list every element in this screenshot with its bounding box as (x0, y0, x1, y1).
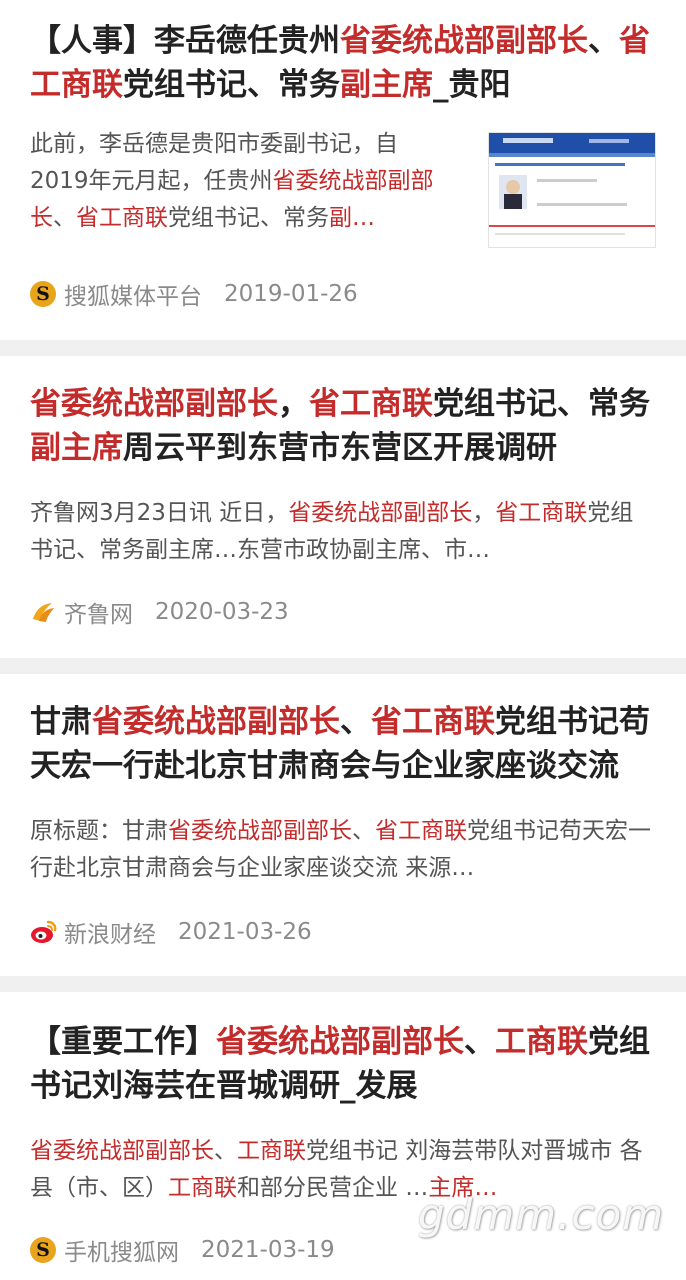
news-meta: 新浪财经 2021-03-26 (30, 916, 312, 948)
news-summary: 此前，李岳德是贵阳市委副书记，自2019年元月起，任贵州省委统战部副部长、省工商… (30, 126, 450, 237)
text-segment: 、 (588, 23, 619, 59)
highlight-keyword: 省工商联 (495, 500, 588, 526)
highlight-keyword: 副主席 (30, 430, 123, 466)
sina-icon (30, 919, 57, 945)
news-date: 2021-03-19 (201, 1237, 335, 1263)
news-date: 2020-03-23 (155, 599, 289, 625)
text-segment: 周云平到东营市东营区开展调研 (123, 430, 557, 466)
qilu-icon (30, 599, 56, 625)
highlight-keyword: 副主席 (340, 67, 433, 103)
highlight-keyword: 工商联 (495, 1024, 588, 1060)
text-segment: 【人事】李岳德任贵州 (30, 23, 340, 59)
news-item[interactable]: 甘肃省委统战部副部长、省工商联党组书记苟天宏一行赴北京甘肃商会与企业家座谈交流 … (0, 674, 686, 976)
text-segment: 甘肃 (30, 704, 92, 740)
news-item[interactable]: 省委统战部副部长，省工商联党组书记、常务副主席周云平到东营市东营区开展调研 齐鲁… (0, 356, 686, 658)
sohu-icon (30, 1237, 56, 1263)
news-thumbnail[interactable] (488, 132, 656, 248)
highlight-keyword: 省委统战部副部长 (92, 704, 340, 740)
news-summary: 齐鲁网3月23日讯 近日，省委统战部副部长，省工商联党组书记、常务副主席…东营市… (30, 495, 656, 569)
text-segment: 党组书记、常务 (168, 205, 329, 231)
text-segment: 党组书记、常务 (123, 67, 340, 103)
highlight-keyword: 副… (329, 205, 375, 231)
text-segment: 齐鲁网3月23日讯 近日， (30, 500, 289, 526)
text-segment: 、 (352, 818, 375, 844)
text-segment: 【重要工作】 (30, 1024, 216, 1060)
divider (0, 976, 686, 992)
text-segment: ， (472, 500, 496, 526)
news-meta: 齐鲁网 2020-03-23 (30, 596, 289, 628)
text-segment: ， (278, 386, 309, 422)
news-date: 2021-03-26 (178, 919, 312, 945)
news-title[interactable]: 省委统战部副部长，省工商联党组书记、常务副主席周云平到东营市东营区开展调研 (30, 382, 656, 470)
highlight-keyword: 省工商联 (309, 386, 433, 422)
highlight-keyword: 省委统战部副部长 (168, 818, 352, 844)
news-date: 2019-01-26 (224, 281, 358, 307)
news-source: 新浪财经 (64, 922, 156, 948)
highlight-keyword: 省委统战部副部长 (288, 500, 473, 526)
highlight-keyword: 工商联 (168, 1175, 237, 1201)
highlight-keyword: 省工商联 (76, 205, 168, 231)
text-segment: 、 (340, 704, 371, 740)
highlight-keyword: 省委统战部副部长 (30, 386, 278, 422)
news-source: 搜狐媒体平台 (64, 284, 202, 310)
highlight-keyword: 省工商联 (371, 704, 495, 740)
news-source: 手机搜狐网 (64, 1240, 179, 1266)
sohu-icon (30, 281, 56, 307)
highlight-keyword: 省委统战部副部长 (340, 23, 588, 59)
news-title[interactable]: 甘肃省委统战部副部长、省工商联党组书记苟天宏一行赴北京甘肃商会与企业家座谈交流 (30, 700, 656, 788)
news-title[interactable]: 【人事】李岳德任贵州省委统战部副部长、省工商联党组书记、常务副主席_贵阳 (30, 19, 656, 107)
highlight-keyword: 省委统战部副部长 (216, 1024, 464, 1060)
highlight-keyword: 省工商联 (375, 818, 467, 844)
text-segment: 、 (53, 205, 76, 231)
text-segment: 、 (214, 1138, 237, 1164)
divider (0, 658, 686, 674)
news-title[interactable]: 【重要工作】省委统战部副部长、工商联党组书记刘海芸在晋城调研_发展 (30, 1020, 656, 1108)
news-summary: 原标题：甘肃省委统战部副部长、省工商联党组书记苟天宏一行赴北京甘肃商会与企业家座… (30, 813, 656, 887)
watermark: gdmm.com (418, 1190, 665, 1239)
news-source: 齐鲁网 (64, 602, 133, 628)
highlight-keyword: 工商联 (237, 1138, 306, 1164)
divider (0, 340, 686, 356)
text-segment: 原标题：甘肃 (30, 818, 168, 844)
text-segment: 、 (464, 1024, 495, 1060)
highlight-keyword: 省委统战部副部长 (30, 1138, 214, 1164)
news-meta: 手机搜狐网 2021-03-19 (30, 1234, 335, 1266)
news-item[interactable]: 【人事】李岳德任贵州省委统战部副部长、省工商联党组书记、常务副主席_贵阳 此前，… (0, 0, 686, 340)
news-meta: 搜狐媒体平台 2019-01-26 (30, 278, 358, 310)
text-segment: _贵阳 (433, 67, 511, 103)
text-segment: 和部分民营企业 … (237, 1175, 429, 1201)
text-segment: 党组书记、常务 (433, 386, 650, 422)
